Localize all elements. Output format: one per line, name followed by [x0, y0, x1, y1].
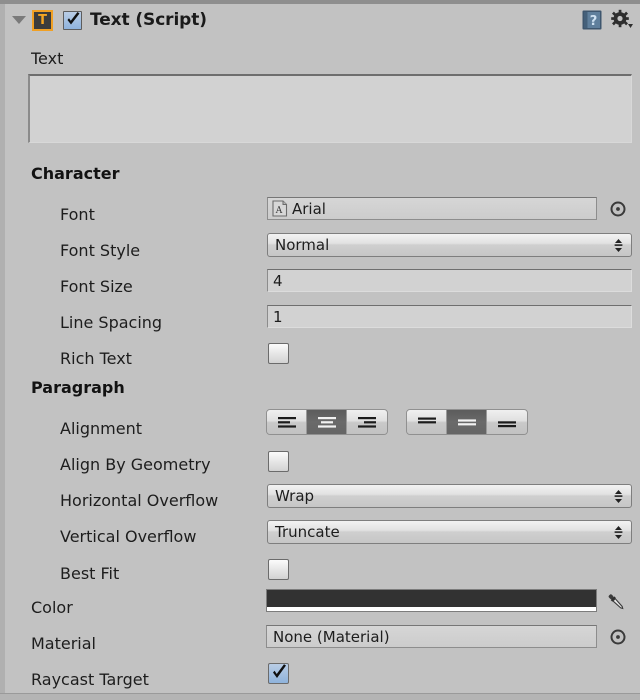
svg-text:?: ? — [590, 14, 598, 29]
material-label: Material — [31, 633, 96, 653]
raycast-target-checkbox[interactable] — [268, 663, 289, 684]
color-label: Color — [31, 597, 73, 617]
dropdown-arrows-icon — [613, 489, 624, 508]
align-center-button[interactable] — [307, 410, 347, 434]
align-by-geometry-checkbox[interactable] — [268, 451, 289, 472]
align-middle-button[interactable] — [447, 410, 487, 434]
paragraph-section-header: Paragraph — [31, 378, 125, 397]
checkmark-icon — [67, 11, 80, 24]
vertical-overflow-value: Truncate — [275, 523, 340, 541]
vertical-overflow-label: Vertical Overflow — [60, 526, 197, 546]
font-style-label: Font Style — [60, 240, 141, 260]
dropdown-arrows-icon — [613, 525, 624, 544]
checkmark-icon — [273, 664, 286, 678]
vertical-alignment-group[interactable] — [406, 409, 528, 435]
material-object-picker-icon[interactable] — [610, 629, 626, 645]
inspector-panel: T Text (Script) ? Text Character Font A … — [0, 0, 640, 700]
font-size-label: Font Size — [60, 276, 133, 296]
align-right-button[interactable] — [347, 410, 387, 434]
best-fit-checkbox[interactable] — [268, 559, 289, 580]
foldout-arrow-icon[interactable] — [8, 16, 30, 24]
font-size-value: 4 — [273, 271, 283, 290]
component-title: Text (Script) — [90, 10, 207, 30]
rich-text-checkbox[interactable] — [268, 343, 289, 364]
text-input-area[interactable] — [28, 74, 632, 143]
align-by-geometry-row: Align By Geometry — [0, 446, 640, 482]
header-tools: ? — [581, 9, 634, 35]
best-fit-label: Best Fit — [60, 563, 120, 583]
component-header[interactable]: T Text (Script) ? — [0, 4, 640, 36]
raycast-target-row: Raycast Target — [0, 661, 640, 697]
dropdown-arrows-icon — [613, 238, 624, 257]
rich-text-row: Rich Text — [0, 340, 640, 376]
line-spacing-value: 1 — [273, 307, 283, 326]
font-object-picker-icon[interactable] — [610, 201, 626, 217]
line-spacing-input[interactable]: 1 — [267, 305, 632, 328]
character-section-header: Character — [31, 164, 120, 183]
horizontal-alignment-group[interactable] — [266, 409, 388, 435]
align-by-geometry-label: Align By Geometry — [60, 454, 211, 474]
help-book-icon[interactable]: ? — [581, 9, 603, 35]
color-swatch-alpha — [267, 607, 596, 611]
font-style-value: Normal — [275, 236, 330, 254]
alignment-label: Alignment — [60, 418, 142, 438]
font-size-input[interactable]: 4 — [267, 269, 632, 292]
material-value: None (Material) — [273, 627, 390, 646]
rich-text-label: Rich Text — [60, 348, 132, 368]
color-swatch[interactable] — [266, 589, 597, 612]
horizontal-overflow-dropdown[interactable]: Wrap — [267, 484, 632, 508]
horizontal-overflow-label: Horizontal Overflow — [60, 490, 219, 510]
text-property-label: Text — [31, 48, 64, 68]
align-left-button[interactable] — [267, 410, 307, 434]
font-style-dropdown[interactable]: Normal — [267, 233, 632, 257]
text-property-row: Text — [0, 40, 640, 76]
component-enabled-checkbox[interactable] — [63, 10, 82, 30]
align-bottom-button[interactable] — [487, 410, 527, 434]
align-top-button[interactable] — [407, 410, 447, 434]
font-label: Font — [60, 204, 95, 224]
horizontal-overflow-value: Wrap — [275, 487, 315, 505]
panel-bottom-divider — [0, 693, 640, 700]
font-asset-icon: A — [272, 200, 288, 217]
svg-text:A: A — [275, 206, 283, 216]
vertical-overflow-dropdown[interactable]: Truncate — [267, 520, 632, 544]
line-spacing-label: Line Spacing — [60, 312, 163, 332]
font-object-field[interactable]: A Arial — [267, 197, 597, 220]
gear-dropdown-icon[interactable] — [610, 9, 634, 35]
font-value: Arial — [292, 199, 326, 218]
color-swatch-rgb — [267, 590, 596, 607]
script-type-icon: T — [32, 9, 53, 31]
raycast-target-label: Raycast Target — [31, 669, 149, 689]
material-object-field[interactable]: None (Material) — [266, 625, 597, 648]
eyedropper-icon[interactable] — [604, 590, 628, 618]
best-fit-row: Best Fit — [0, 555, 640, 591]
